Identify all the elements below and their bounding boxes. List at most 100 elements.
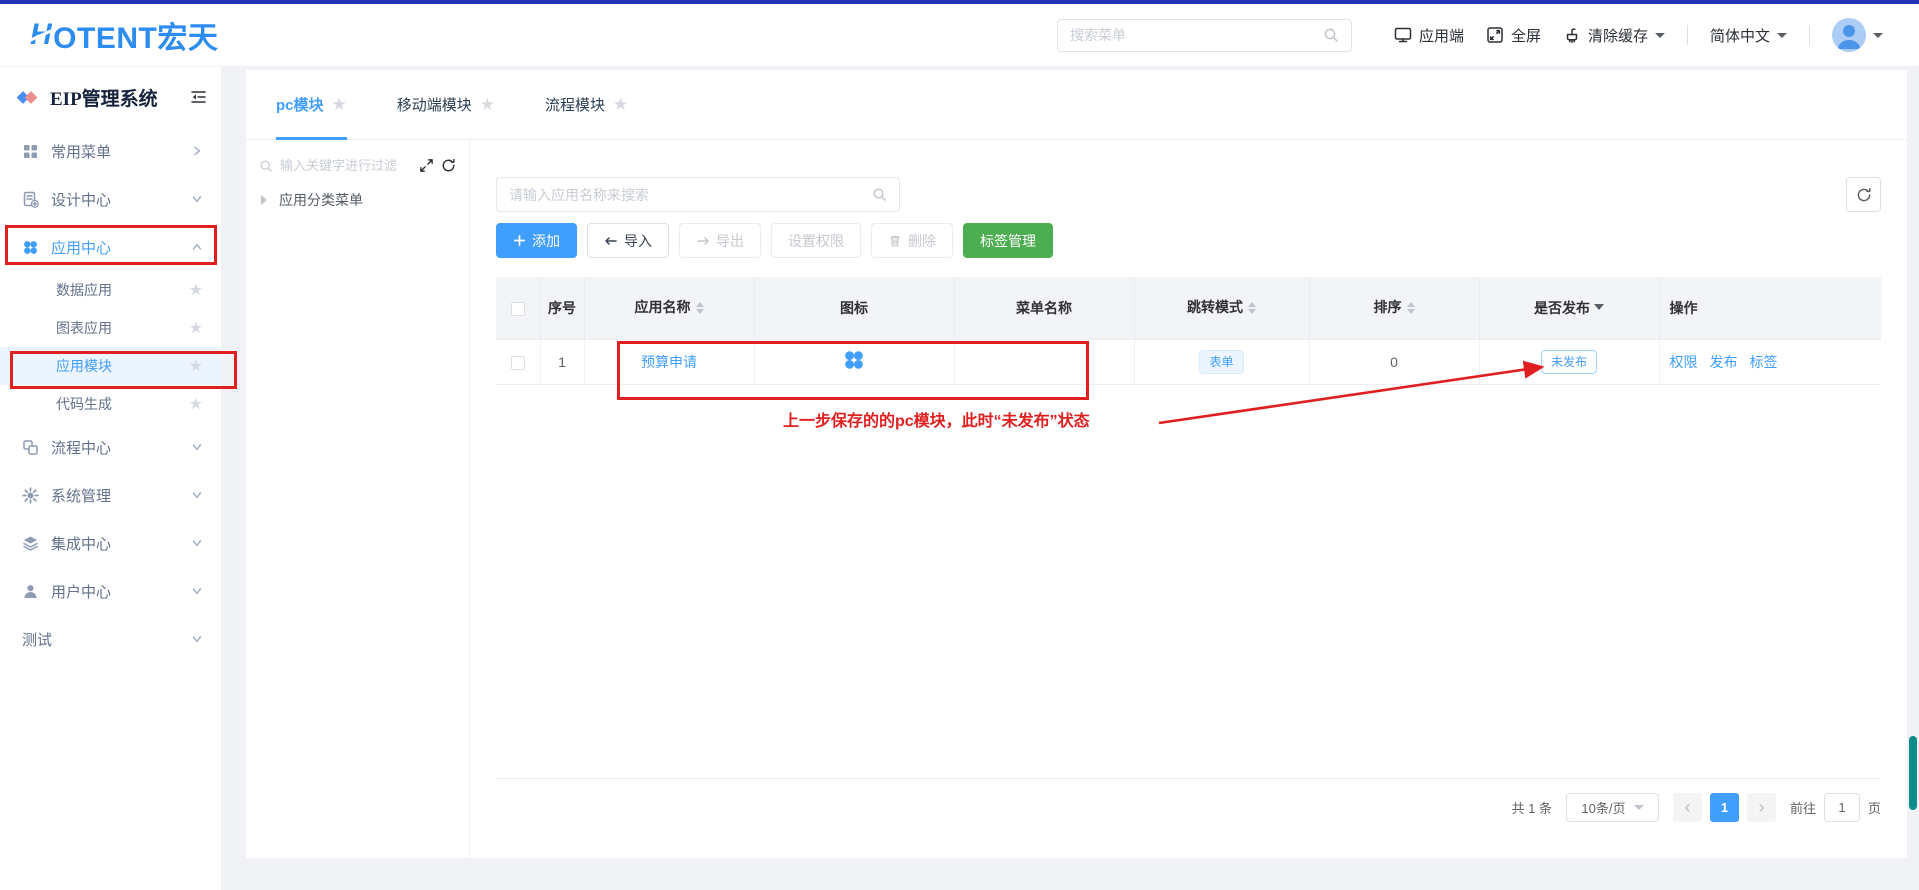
divider [1809, 25, 1810, 45]
tree-expand-arrow-icon[interactable] [261, 195, 272, 205]
tab-pc-module[interactable]: pc模块 ★ [276, 70, 347, 139]
total-count: 共 1 条 [1512, 798, 1552, 817]
import-button[interactable]: 导入 [587, 223, 669, 258]
flow-icon [22, 439, 39, 456]
next-page-button[interactable]: › [1747, 793, 1776, 822]
tag-manage-button[interactable]: 标签管理 [963, 223, 1053, 258]
sidebar-item-common-menu[interactable]: 常用菜单 [0, 127, 221, 175]
app-search-input[interactable] [509, 187, 872, 203]
goto-unit: 页 [1868, 798, 1881, 817]
publish-link[interactable]: 发布 [1710, 354, 1738, 370]
set-permission-button[interactable]: 设置权限 [771, 223, 861, 258]
diamond-logo-icon [14, 84, 41, 111]
sidebar-item-app-center[interactable]: 应用中心 [0, 223, 221, 271]
chevron-up-icon [191, 241, 203, 253]
search-icon[interactable] [1323, 27, 1339, 43]
app-header: HOTENT宏天 应用端 全屏 清除缓存 简体中文 [0, 4, 1919, 67]
chevron-down-icon [191, 537, 203, 549]
page-size-select[interactable]: 10条/页 [1566, 793, 1659, 822]
star-icon[interactable]: ★ [189, 318, 203, 338]
sort-icon[interactable] [1248, 298, 1256, 318]
star-icon[interactable]: ★ [332, 95, 347, 115]
menu-search-input[interactable] [1070, 27, 1323, 43]
col-app-name[interactable]: 应用名称 [584, 277, 754, 339]
user-icon [22, 583, 39, 600]
avatar[interactable] [1832, 18, 1866, 52]
sidebar-item-app-module[interactable]: 应用模块 ★ [0, 347, 221, 385]
sidebar-item-data-app[interactable]: 数据应用 ★ [0, 271, 221, 309]
refresh-icon[interactable] [441, 158, 456, 173]
tree-node-app-category[interactable]: 应用分类菜单 [259, 190, 456, 210]
clear-cache-button[interactable]: 清除缓存 [1563, 25, 1665, 46]
sidebar-item-system-manage[interactable]: 系统管理 [0, 471, 221, 519]
broom-icon [1563, 26, 1581, 44]
tab-flow-module[interactable]: 流程模块 ★ [545, 70, 628, 139]
col-sort[interactable]: 排序 [1309, 277, 1479, 339]
app-search-box[interactable] [496, 177, 900, 212]
sidebar-item-code-gen[interactable]: 代码生成 ★ [0, 385, 221, 423]
export-button[interactable]: 导出 [679, 223, 761, 258]
chevron-down-icon [1634, 805, 1644, 815]
permission-link[interactable]: 权限 [1670, 354, 1698, 370]
clover-app-icon [842, 348, 866, 372]
current-page-button[interactable]: 1 [1710, 793, 1739, 822]
main-area: pc模块 ★ 移动端模块 ★ 流程模块 ★ [222, 67, 1919, 890]
gear-icon [22, 487, 39, 504]
sidebar-item-integration-center[interactable]: 集成中心 [0, 519, 221, 567]
prev-page-button[interactable]: ‹ [1673, 793, 1702, 822]
language-select[interactable]: 简体中文 [1710, 25, 1787, 46]
sidebar-item-test[interactable]: 测试 [0, 615, 221, 663]
row-checkbox[interactable] [511, 356, 525, 370]
star-icon[interactable]: ★ [613, 95, 628, 115]
delete-button[interactable]: 删除 [871, 223, 953, 258]
app-name-link[interactable]: 预算申请 [641, 354, 697, 370]
user-menu[interactable] [1832, 18, 1883, 52]
sidebar-item-user-center[interactable]: 用户中心 [0, 567, 221, 615]
collapse-sidebar-icon[interactable] [190, 89, 207, 105]
trash-icon [888, 234, 902, 248]
col-jump-mode[interactable]: 跳转模式 [1134, 277, 1309, 339]
tab-mobile-module[interactable]: 移动端模块 ★ [397, 70, 495, 139]
star-icon[interactable]: ★ [189, 280, 203, 300]
search-icon[interactable] [872, 187, 887, 202]
arrow-right-icon [696, 234, 710, 248]
goto-page-input[interactable] [1824, 793, 1860, 822]
fullscreen-button[interactable]: 全屏 [1486, 25, 1541, 46]
publish-status-badge: 未发布 [1541, 350, 1597, 374]
app-client-button[interactable]: 应用端 [1394, 25, 1464, 46]
chevron-down-icon [191, 441, 203, 453]
menu-search-box[interactable] [1057, 19, 1352, 52]
layers-icon [22, 535, 39, 552]
col-icon: 图标 [754, 277, 954, 339]
plus-icon [513, 234, 526, 247]
expand-icon[interactable] [419, 158, 434, 173]
chevron-down-icon [191, 633, 203, 645]
star-icon[interactable]: ★ [480, 95, 495, 115]
table-toolbar: 添加 导入 导出 设置权限 删除 [496, 223, 1881, 258]
filter-icon[interactable] [1594, 304, 1604, 315]
sort-icon[interactable] [1407, 298, 1415, 318]
sidebar-item-chart-app[interactable]: 图表应用 ★ [0, 309, 221, 347]
select-all-header [496, 277, 540, 339]
sidebar-menu: 常用菜单 设计中心 应用中心 数据应用 ★ 图表应用 ★ 应用模块 ★ 代码生成… [0, 127, 221, 663]
tree-filter-input[interactable] [280, 158, 412, 173]
brand-logo[interactable]: HOTENT宏天 [30, 13, 218, 57]
table-refresh-button[interactable] [1846, 177, 1881, 212]
tag-link[interactable]: 标签 [1750, 354, 1778, 370]
sidebar-item-flow-center[interactable]: 流程中心 [0, 423, 221, 471]
col-publish[interactable]: 是否发布 [1479, 277, 1659, 339]
chevron-down-icon [191, 585, 203, 597]
scrollbar-thumb[interactable] [1909, 736, 1917, 810]
row-menu-name [954, 339, 1134, 384]
select-all-checkbox[interactable] [511, 302, 525, 316]
sort-icon[interactable] [696, 298, 704, 318]
star-icon[interactable]: ★ [189, 356, 203, 376]
chevron-down-icon [1873, 33, 1883, 43]
star-icon[interactable]: ★ [189, 394, 203, 414]
sidebar-item-design-center[interactable]: 设计中心 [0, 175, 221, 223]
chevron-right-icon [191, 145, 203, 157]
add-button[interactable]: 添加 [496, 223, 577, 258]
row-index: 1 [540, 339, 584, 384]
fullscreen-icon [1486, 26, 1504, 44]
system-title: EIP管理系统 [50, 84, 158, 111]
